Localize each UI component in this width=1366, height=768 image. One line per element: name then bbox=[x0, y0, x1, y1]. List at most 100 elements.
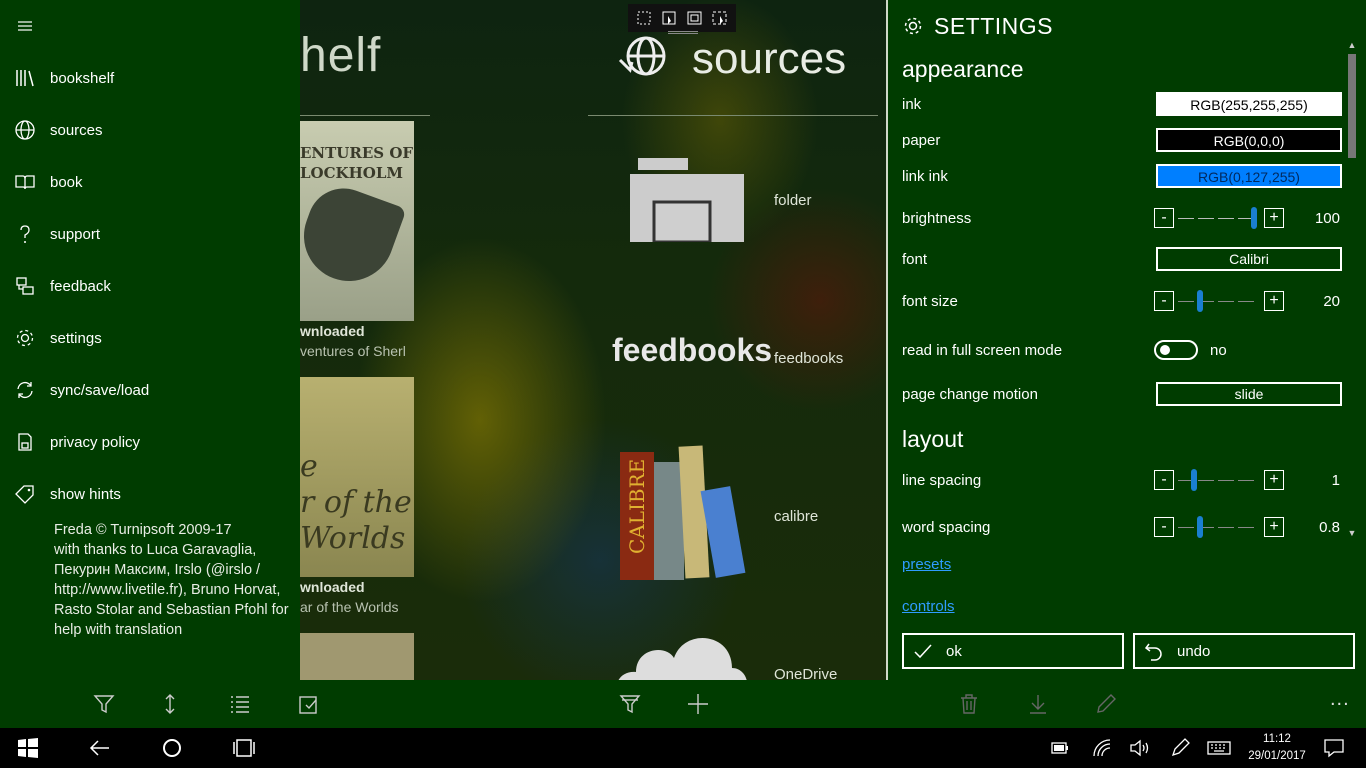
line-spacing-increase-button[interactable]: + bbox=[1264, 470, 1284, 490]
book-cover[interactable]: e r of the Worlds bbox=[300, 377, 414, 577]
source-label-calibre[interactable]: calibre bbox=[774, 508, 818, 525]
filter-icon[interactable] bbox=[92, 692, 116, 716]
nav-item-sources[interactable]: sources bbox=[0, 104, 300, 156]
gear-icon bbox=[0, 312, 50, 364]
source-label-feedbooks[interactable]: feedbooks bbox=[774, 350, 843, 367]
pipe-illustration bbox=[300, 178, 407, 294]
feedbooks-logo[interactable]: feedbooks bbox=[612, 332, 772, 369]
sort-icon[interactable] bbox=[158, 692, 182, 716]
expand-icon[interactable] bbox=[711, 10, 729, 26]
clock-time: 11:12 bbox=[1263, 733, 1291, 745]
fullscreen-icon[interactable] bbox=[686, 10, 704, 26]
keyboard-icon[interactable] bbox=[1207, 736, 1231, 760]
folder-icon[interactable] bbox=[630, 158, 744, 242]
hamburger-menu-icon[interactable] bbox=[14, 16, 36, 36]
task-view-icon[interactable] bbox=[232, 736, 256, 760]
wifi-icon[interactable] bbox=[1090, 736, 1114, 760]
battery-icon[interactable] bbox=[1048, 736, 1072, 760]
word-spacing-slider-track[interactable] bbox=[1178, 527, 1258, 528]
presets-link[interactable]: presets bbox=[902, 556, 951, 573]
nav-item-label: show hints bbox=[50, 485, 121, 503]
download-icon[interactable] bbox=[1026, 692, 1050, 716]
taskbar-clock[interactable]: 11:12 29/01/2017 bbox=[1238, 731, 1316, 765]
ink-color-picker[interactable]: RGB(255,255,255) bbox=[1156, 92, 1342, 116]
font-size-slider-track[interactable] bbox=[1178, 301, 1258, 302]
credits-text: Freda © Turnipsoft 2009-17 with thanks t… bbox=[54, 522, 289, 638]
edit-icon[interactable] bbox=[1094, 692, 1118, 716]
nav-item-support[interactable]: support bbox=[0, 208, 300, 260]
delete-icon[interactable] bbox=[957, 692, 981, 716]
undo-button[interactable]: undo bbox=[1133, 633, 1355, 669]
controls-link[interactable]: controls bbox=[902, 598, 955, 615]
font-size-decrease-button[interactable]: - bbox=[1154, 291, 1174, 311]
word-spacing-slider-thumb[interactable] bbox=[1197, 516, 1203, 538]
font-size-increase-button[interactable]: + bbox=[1264, 291, 1284, 311]
settings-scrollbar[interactable]: ▲ ▼ bbox=[1346, 40, 1358, 540]
add-icon[interactable] bbox=[686, 692, 710, 716]
back-arrow-icon[interactable] bbox=[88, 736, 112, 760]
nav-item-settings[interactable]: settings bbox=[0, 312, 300, 364]
link-ink-color-picker[interactable]: RGB(0,127,255) bbox=[1156, 164, 1342, 188]
line-spacing-slider-track[interactable] bbox=[1178, 480, 1258, 481]
brightness-decrease-button[interactable]: - bbox=[1154, 208, 1174, 228]
nav-item-label: settings bbox=[50, 329, 102, 347]
settings-title: SETTINGS bbox=[934, 12, 1054, 39]
drag-handle[interactable] bbox=[668, 31, 698, 34]
book-cover[interactable]: ENTURES OF LOCKHOLM bbox=[300, 121, 414, 321]
nav-item-sync[interactable]: sync/save/load bbox=[0, 364, 300, 416]
brightness-slider-track[interactable] bbox=[1178, 218, 1252, 219]
calibre-books-icon[interactable]: CALIBRE bbox=[618, 444, 758, 584]
source-filter-icon[interactable] bbox=[618, 692, 642, 716]
font-select[interactable]: Calibri bbox=[1156, 247, 1342, 271]
source-label-folder[interactable]: folder bbox=[774, 192, 812, 209]
cortana-circle-icon[interactable] bbox=[160, 736, 184, 760]
cloud-icon[interactable] bbox=[614, 628, 750, 680]
brightness-increase-button[interactable]: + bbox=[1264, 208, 1284, 228]
ok-button[interactable]: ok bbox=[902, 633, 1124, 669]
cursor-icon[interactable] bbox=[661, 10, 679, 26]
line-spacing-slider-thumb[interactable] bbox=[1191, 469, 1197, 491]
select-icon[interactable] bbox=[636, 10, 654, 26]
sources-globe-icon bbox=[618, 36, 666, 76]
book-cover[interactable] bbox=[300, 633, 414, 680]
line-spacing-decrease-button[interactable]: - bbox=[1154, 470, 1174, 490]
nav-item-privacy-policy[interactable]: privacy policy bbox=[0, 416, 300, 468]
sync-icon bbox=[0, 364, 50, 416]
more-options-button[interactable]: ... bbox=[1330, 688, 1350, 711]
settings-pane: SETTINGS appearance ink RGB(255,255,255)… bbox=[886, 0, 1366, 680]
nav-item-label: book bbox=[50, 173, 83, 191]
fullscreen-label: read in full screen mode bbox=[902, 342, 1063, 359]
book-cover-text: ENTURES OF LOCKHOLM bbox=[300, 144, 414, 182]
word-spacing-decrease-button[interactable]: - bbox=[1154, 517, 1174, 537]
pen-icon[interactable] bbox=[1168, 736, 1192, 760]
volume-icon[interactable] bbox=[1128, 736, 1152, 760]
source-label-onedrive[interactable]: OneDrive bbox=[774, 666, 837, 680]
nav-item-feedback[interactable]: feedback bbox=[0, 260, 300, 312]
nav-item-label: sync/save/load bbox=[50, 381, 150, 399]
calibre-logo-text: CALIBRE bbox=[625, 459, 649, 554]
word-spacing-label: word spacing bbox=[902, 519, 991, 536]
feedback-icon bbox=[0, 260, 50, 312]
nav-item-bookshelf[interactable]: bookshelf bbox=[0, 52, 300, 104]
scroll-up-icon[interactable]: ▲ bbox=[1346, 40, 1358, 50]
word-spacing-increase-button[interactable]: + bbox=[1264, 517, 1284, 537]
notifications-icon[interactable] bbox=[1322, 736, 1346, 760]
settings-header: SETTINGS bbox=[902, 10, 1053, 42]
paper-color-picker[interactable]: RGB(0,0,0) bbox=[1156, 128, 1342, 152]
brightness-slider-thumb[interactable] bbox=[1251, 207, 1257, 229]
scrollbar-thumb[interactable] bbox=[1348, 54, 1356, 158]
windows-start-icon[interactable] bbox=[16, 736, 40, 760]
nav-item-show-hints[interactable]: show hints bbox=[0, 468, 300, 520]
select-icon[interactable] bbox=[297, 692, 321, 716]
fullscreen-toggle[interactable] bbox=[1154, 340, 1198, 360]
nav-item-book[interactable]: book bbox=[0, 156, 300, 208]
scroll-down-icon[interactable]: ▼ bbox=[1346, 528, 1358, 538]
font-size-slider-thumb[interactable] bbox=[1197, 290, 1203, 312]
tag-icon bbox=[0, 468, 50, 520]
book-status: wnloaded bbox=[300, 579, 365, 595]
nav-item-label: feedback bbox=[50, 277, 111, 295]
book-title: ventures of Sherl bbox=[300, 343, 406, 359]
list-icon[interactable] bbox=[228, 692, 252, 716]
page-motion-select[interactable]: slide bbox=[1156, 382, 1342, 406]
appearance-heading: appearance bbox=[902, 56, 1024, 82]
